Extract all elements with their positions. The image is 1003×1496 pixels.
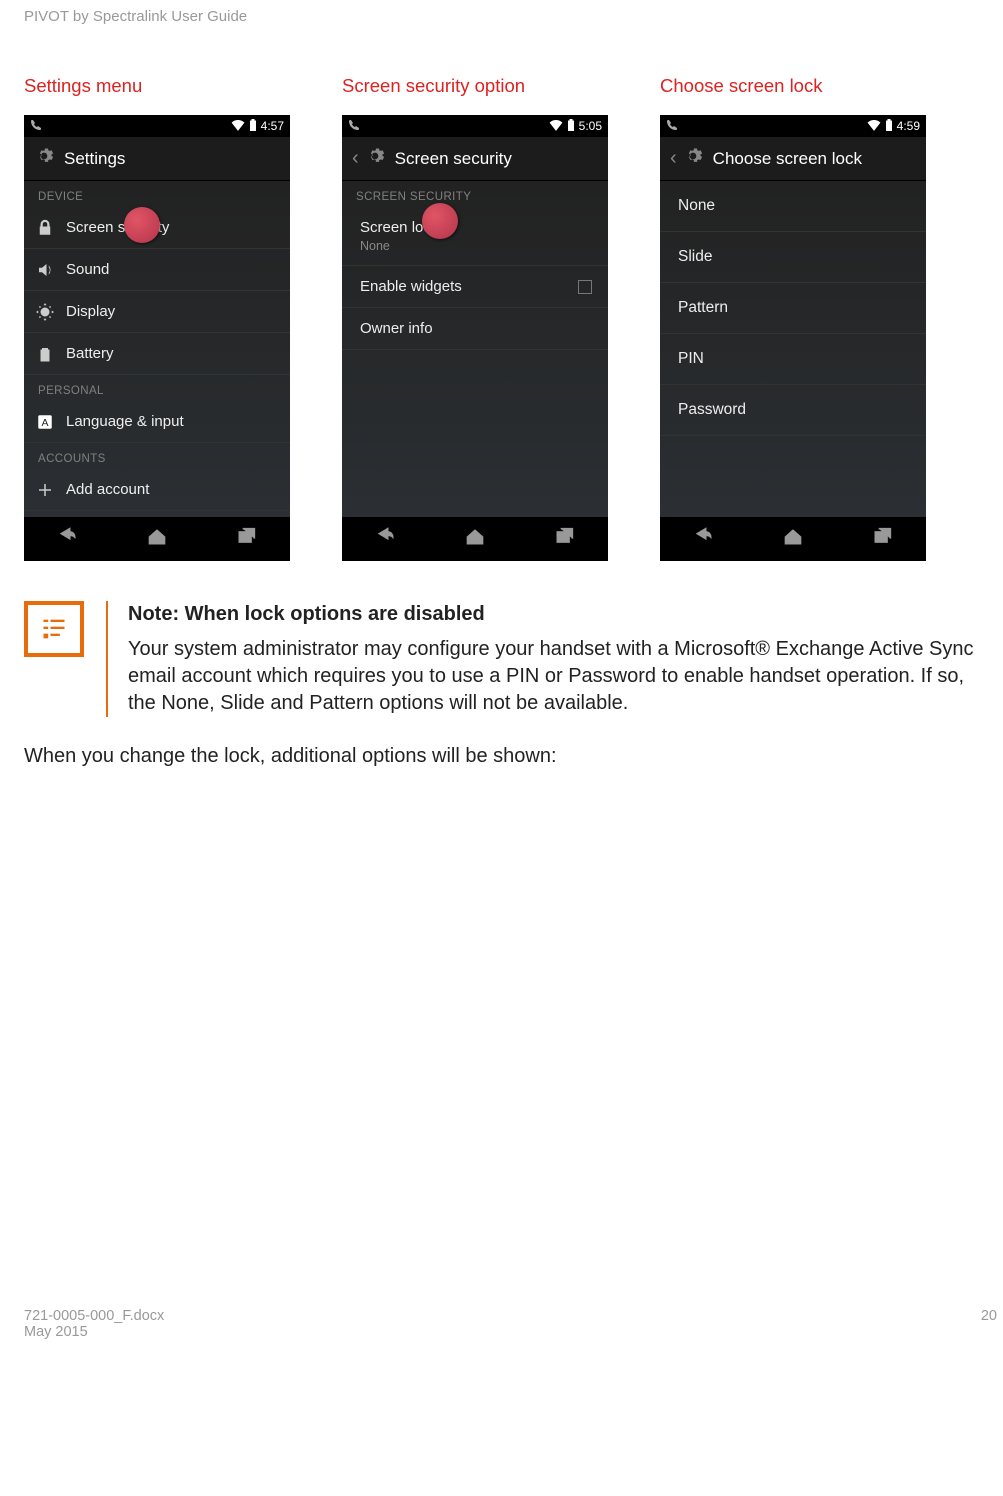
item-battery[interactable]: Battery — [24, 333, 290, 375]
nav-bar — [24, 517, 290, 561]
item-language[interactable]: A Language & input — [24, 401, 290, 443]
option-slide[interactable]: Slide — [660, 232, 926, 283]
option-pin[interactable]: PIN — [660, 334, 926, 385]
settings-icon — [365, 146, 385, 171]
touch-indicator — [124, 207, 160, 243]
item-add-account[interactable]: Add account — [24, 469, 290, 511]
item-label: Battery — [66, 345, 114, 362]
status-bar: 4:57 — [24, 115, 290, 137]
item-label: None — [678, 197, 715, 214]
item-label: Language & input — [66, 413, 184, 430]
option-password[interactable]: Password — [660, 385, 926, 436]
item-display[interactable]: Display — [24, 291, 290, 333]
caption-choose: Choose screen lock — [660, 75, 926, 97]
back-chevron-icon: ‹ — [670, 147, 677, 170]
screenshot-settings: 4:57 Settings DEVICE Screen security Sou… — [24, 115, 290, 561]
section-personal: PERSONAL — [24, 375, 290, 401]
section-device: DEVICE — [24, 181, 290, 207]
settings-icon — [34, 146, 54, 171]
nav-bar — [342, 517, 608, 561]
back-chevron-icon: ‹ — [352, 147, 359, 170]
item-label: Password — [678, 401, 746, 418]
back-button[interactable] — [374, 527, 398, 552]
plus-icon — [36, 481, 54, 499]
wifi-icon — [231, 119, 245, 134]
item-owner-info[interactable]: Owner info — [342, 308, 608, 350]
phone-status-icon — [30, 119, 42, 134]
screenshot-choose-lock: 4:59 ‹ Choose screen lock None Slide Pat… — [660, 115, 926, 561]
item-enable-widgets[interactable]: Enable widgets — [342, 266, 608, 308]
sound-icon — [36, 261, 54, 279]
settings-icon — [683, 146, 703, 171]
display-icon — [36, 303, 54, 321]
item-label: Slide — [678, 248, 712, 265]
document-header: PIVOT by Spectralink User Guide — [24, 8, 1003, 25]
phone-status-icon — [666, 119, 678, 134]
item-sublabel: None — [360, 239, 594, 253]
battery-icon — [885, 119, 893, 134]
item-label: Pattern — [678, 299, 728, 316]
item-label: Display — [66, 303, 115, 320]
nav-bar — [660, 517, 926, 561]
security-list: SCREEN SECURITY Screen lock None Enable … — [342, 181, 608, 517]
back-button[interactable] — [692, 527, 716, 552]
item-label: Enable widgets — [360, 278, 462, 295]
title-bar[interactable]: ‹ Choose screen lock — [660, 137, 926, 181]
title-bar[interactable]: ‹ Screen security — [342, 137, 608, 181]
item-label: Add account — [66, 481, 149, 498]
section-screen-security: SCREEN SECURITY — [342, 181, 608, 207]
captions-row: Settings menu Screen security option Cho… — [24, 75, 1003, 97]
note-icon — [24, 601, 84, 657]
screenshot-screen-security: 5:05 ‹ Screen security SCREEN SECURITY S… — [342, 115, 608, 561]
checkbox-unchecked[interactable] — [578, 280, 592, 294]
lock-icon — [36, 219, 54, 237]
status-bar: 5:05 — [342, 115, 608, 137]
home-button[interactable] — [463, 527, 487, 552]
option-none[interactable]: None — [660, 181, 926, 232]
wifi-icon — [549, 119, 563, 134]
home-button[interactable] — [781, 527, 805, 552]
item-label: PIN — [678, 350, 704, 367]
phone-status-icon — [348, 119, 360, 134]
option-pattern[interactable]: Pattern — [660, 283, 926, 334]
section-accounts: ACCOUNTS — [24, 443, 290, 469]
note-text: Your system administrator may configure … — [128, 636, 997, 717]
item-label: Sound — [66, 261, 109, 278]
wifi-icon — [867, 119, 881, 134]
caption-settings: Settings menu — [24, 75, 290, 97]
footer-filename: 721-0005-000_F.docx — [24, 1308, 164, 1324]
recents-button[interactable] — [234, 527, 258, 552]
item-label: Owner info — [360, 320, 433, 337]
touch-indicator — [422, 203, 458, 239]
page-number: 20 — [981, 1308, 997, 1340]
back-button[interactable] — [56, 527, 80, 552]
screenshots-row: 4:57 Settings DEVICE Screen security Sou… — [24, 115, 1003, 561]
clock: 5:05 — [579, 119, 602, 133]
screen-title: Choose screen lock — [713, 149, 862, 169]
footer-date: May 2015 — [24, 1324, 164, 1340]
screen-title: Screen security — [395, 149, 512, 169]
paragraph: When you change the lock, additional opt… — [24, 745, 1003, 768]
svg-text:A: A — [41, 416, 48, 428]
note-body: Note: When lock options are disabled You… — [106, 601, 997, 717]
page-footer: 721-0005-000_F.docx May 2015 20 — [24, 1308, 1003, 1340]
clock: 4:59 — [897, 119, 920, 133]
language-icon: A — [36, 413, 54, 431]
lock-options-list: None Slide Pattern PIN Password — [660, 181, 926, 517]
home-button[interactable] — [145, 527, 169, 552]
recents-button[interactable] — [552, 527, 576, 552]
screen-title: Settings — [64, 149, 125, 169]
caption-security: Screen security option — [342, 75, 608, 97]
note-title: Note: When lock options are disabled — [128, 601, 997, 628]
title-bar: Settings — [24, 137, 290, 181]
clock: 4:57 — [261, 119, 284, 133]
status-bar: 4:59 — [660, 115, 926, 137]
battery-icon — [567, 119, 575, 134]
battery-icon — [249, 119, 257, 134]
item-sound[interactable]: Sound — [24, 249, 290, 291]
note-callout: Note: When lock options are disabled You… — [24, 601, 1003, 717]
item-screen-lock[interactable]: Screen lock None — [342, 207, 608, 266]
recents-button[interactable] — [870, 527, 894, 552]
battery-icon — [36, 345, 54, 363]
